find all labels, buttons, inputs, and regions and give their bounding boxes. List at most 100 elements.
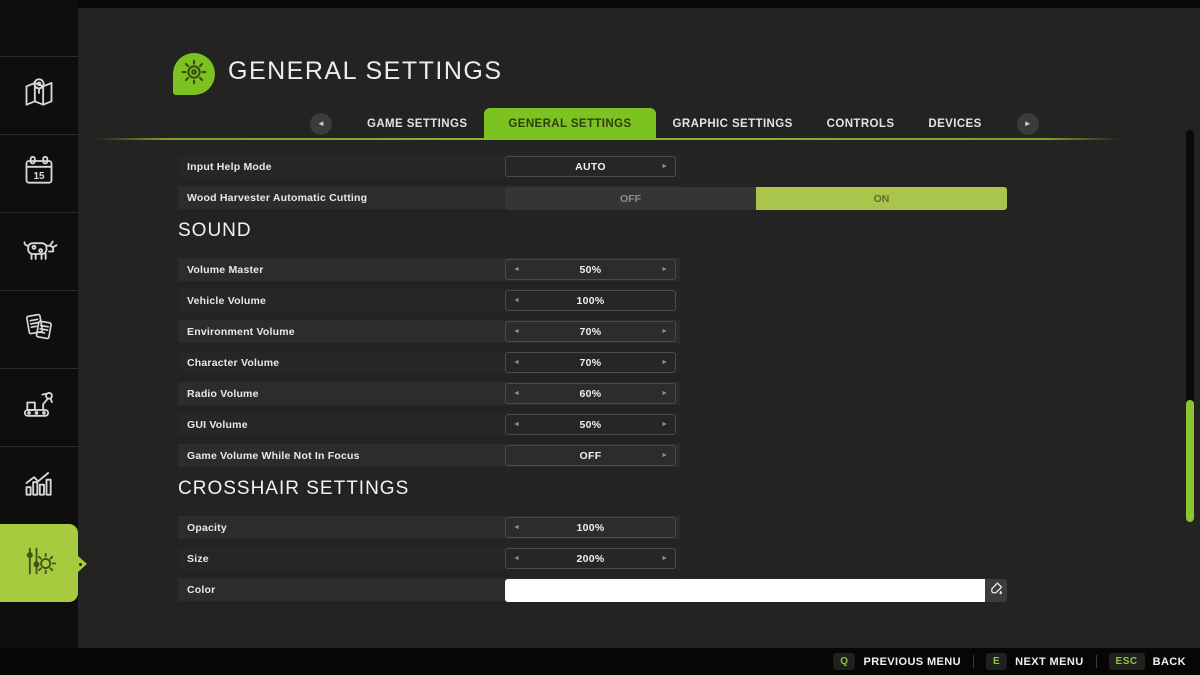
tab-general-settings[interactable]: GENERAL SETTINGS xyxy=(484,108,655,140)
setting-value-box[interactable]: ◄70%► xyxy=(505,352,676,373)
toggle-off-button[interactable]: OFF xyxy=(505,187,756,210)
key-label: NEXT MENU xyxy=(1015,656,1083,668)
sidebar-item-contracts[interactable] xyxy=(0,290,78,368)
chevron-right-icon: ► xyxy=(1024,120,1032,128)
sidebar-item-animals[interactable] xyxy=(0,212,78,290)
section-heading: SOUND xyxy=(178,219,680,243)
sidebar-item-map[interactable] xyxy=(0,56,78,134)
stepper-left-arrow[interactable]: ◄ xyxy=(513,518,520,537)
stepper-left-arrow[interactable]: ◄ xyxy=(513,260,520,279)
setting-label: Character Volume xyxy=(178,357,279,369)
setting-row-vehicle-volume: Vehicle Volume ◄ 100% xyxy=(178,289,680,312)
toggle-on-button[interactable]: ON xyxy=(756,187,1007,210)
settings-sliders-icon xyxy=(19,541,59,586)
setting-row-game-volume-while-not-in-focus: Game Volume While Not In Focus OFF► xyxy=(178,444,680,467)
color-control xyxy=(505,579,1007,602)
setting-label: Volume Master xyxy=(178,264,264,276)
stepper-left-arrow[interactable]: ◄ xyxy=(513,549,520,568)
key-badge: ESC xyxy=(1109,653,1145,670)
stepper-left-arrow[interactable]: ◄ xyxy=(513,322,520,341)
tab-bar: ◄ GAME SETTINGSGENERAL SETTINGSGRAPHIC S… xyxy=(296,108,1053,140)
shortcut-next-menu[interactable]: E NEXT MENU xyxy=(986,653,1084,670)
color-picker-button[interactable] xyxy=(985,579,1007,602)
tab-game-settings[interactable]: GAME SETTINGS xyxy=(350,108,484,140)
shortcut-back[interactable]: ESC BACK xyxy=(1109,653,1186,670)
stepper-right-arrow[interactable]: ► xyxy=(661,260,668,279)
sidebar: 15 xyxy=(0,0,78,648)
setting-value: 60% xyxy=(580,388,602,400)
page-icon-badge xyxy=(173,53,215,95)
general-settings-screen: 15 GENERAL SETTINGS ◄ GAME SETTINGSGENER… xyxy=(0,0,1200,675)
setting-row-color: Color xyxy=(178,578,680,601)
settings-list: Input Help Mode AUTO ► Wood Harvester Aut… xyxy=(178,150,680,609)
setting-label: Environment Volume xyxy=(178,326,295,338)
production-icon xyxy=(19,385,59,430)
setting-row-environment-volume: Environment Volume ◄70%► xyxy=(178,320,680,343)
setting-label: Opacity xyxy=(178,522,227,534)
sidebar-item-statistics[interactable] xyxy=(0,446,78,524)
tab-controls[interactable]: CONTROLS xyxy=(810,108,912,140)
shortcut-previous-menu[interactable]: Q PREVIOUS MENU xyxy=(833,653,961,670)
stepper-right-arrow[interactable]: ► xyxy=(661,384,668,403)
stepper-right-arrow[interactable]: ► xyxy=(661,549,668,568)
setting-value-box[interactable]: ◄200%► xyxy=(505,548,676,569)
tab-items: GAME SETTINGSGENERAL SETTINGSGRAPHIC SET… xyxy=(350,108,999,140)
svg-text:15: 15 xyxy=(33,171,45,182)
sidebar-item-settings[interactable] xyxy=(0,524,78,602)
sidebar-item-calendar[interactable]: 15 xyxy=(0,134,78,212)
stepper-right-arrow[interactable]: ► xyxy=(661,353,668,372)
stepper-right-arrow[interactable]: ► xyxy=(661,322,668,341)
tab-devices[interactable]: DEVICES xyxy=(911,108,998,140)
documents-icon xyxy=(19,307,59,352)
setting-value-box[interactable]: ◄ 60% ► xyxy=(505,383,676,404)
map-icon xyxy=(19,73,59,118)
stepper-right-arrow[interactable]: ► xyxy=(661,157,668,176)
setting-value: 100% xyxy=(576,522,604,534)
scrollbar-thumb[interactable] xyxy=(1186,400,1194,522)
setting-value-box[interactable]: ◄ 100% xyxy=(505,517,676,538)
setting-value-box[interactable]: ◄70%► xyxy=(505,321,676,342)
cow-icon xyxy=(19,229,59,274)
stepper-left-arrow[interactable]: ◄ xyxy=(513,353,520,372)
setting-label: Input Help Mode xyxy=(178,161,272,173)
statistics-icon xyxy=(19,463,59,508)
setting-label: Color xyxy=(178,584,215,596)
key-hints-bar: Q PREVIOUS MENU E NEXT MENU ESC BACK xyxy=(0,648,1200,675)
key-label: BACK xyxy=(1153,656,1186,668)
tabs-prev-button[interactable]: ◄ xyxy=(310,113,332,135)
key-label: PREVIOUS MENU xyxy=(863,656,961,668)
stepper-right-arrow[interactable]: ► xyxy=(661,415,668,434)
setting-row-radio-volume: Radio Volume ◄60%► xyxy=(178,382,680,405)
toggle-control: OFF ON xyxy=(505,187,1007,210)
setting-value-box[interactable]: AUTO ► xyxy=(505,156,676,177)
setting-row-input-help-mode: Input Help Mode AUTO ► xyxy=(178,155,680,178)
calendar-icon: 15 xyxy=(19,151,59,196)
chevron-left-icon: ◄ xyxy=(317,120,325,128)
setting-value-box[interactable]: ◄50%► xyxy=(505,414,676,435)
content-scrollbar-line xyxy=(706,150,708,627)
setting-row-volume-master: Volume Master ◄50%► xyxy=(178,258,680,281)
setting-row-opacity: Opacity ◄ 100% xyxy=(178,516,680,539)
gear-icon xyxy=(177,55,211,94)
sidebar-item-production[interactable] xyxy=(0,368,78,446)
setting-label: GUI Volume xyxy=(178,419,248,431)
key-badge: E xyxy=(986,653,1007,670)
setting-label: Wood Harvester Automatic Cutting xyxy=(178,192,367,204)
stepper-left-arrow[interactable]: ◄ xyxy=(513,384,520,403)
stepper-left-arrow[interactable]: ◄ xyxy=(513,415,520,434)
setting-value-box[interactable]: ◄50%► xyxy=(505,259,676,280)
setting-row-character-volume: Character Volume ◄70%► xyxy=(178,351,680,374)
setting-label: Vehicle Volume xyxy=(178,295,266,307)
stepper-left-arrow[interactable]: ◄ xyxy=(513,291,520,310)
setting-value-box[interactable]: OFF► xyxy=(505,445,676,466)
color-picker-icon xyxy=(990,582,1003,600)
color-swatch[interactable] xyxy=(505,579,985,602)
stepper-right-arrow[interactable]: ► xyxy=(661,446,668,465)
setting-value: 100% xyxy=(576,295,604,307)
setting-row-gui-volume: GUI Volume ◄50%► xyxy=(178,413,680,436)
setting-value: AUTO xyxy=(575,161,606,173)
shortcut-separator xyxy=(1096,655,1097,668)
tab-graphic-settings[interactable]: GRAPHIC SETTINGS xyxy=(656,108,810,140)
tabs-next-button[interactable]: ► xyxy=(1017,113,1039,135)
setting-value-box[interactable]: ◄ 100% xyxy=(505,290,676,311)
